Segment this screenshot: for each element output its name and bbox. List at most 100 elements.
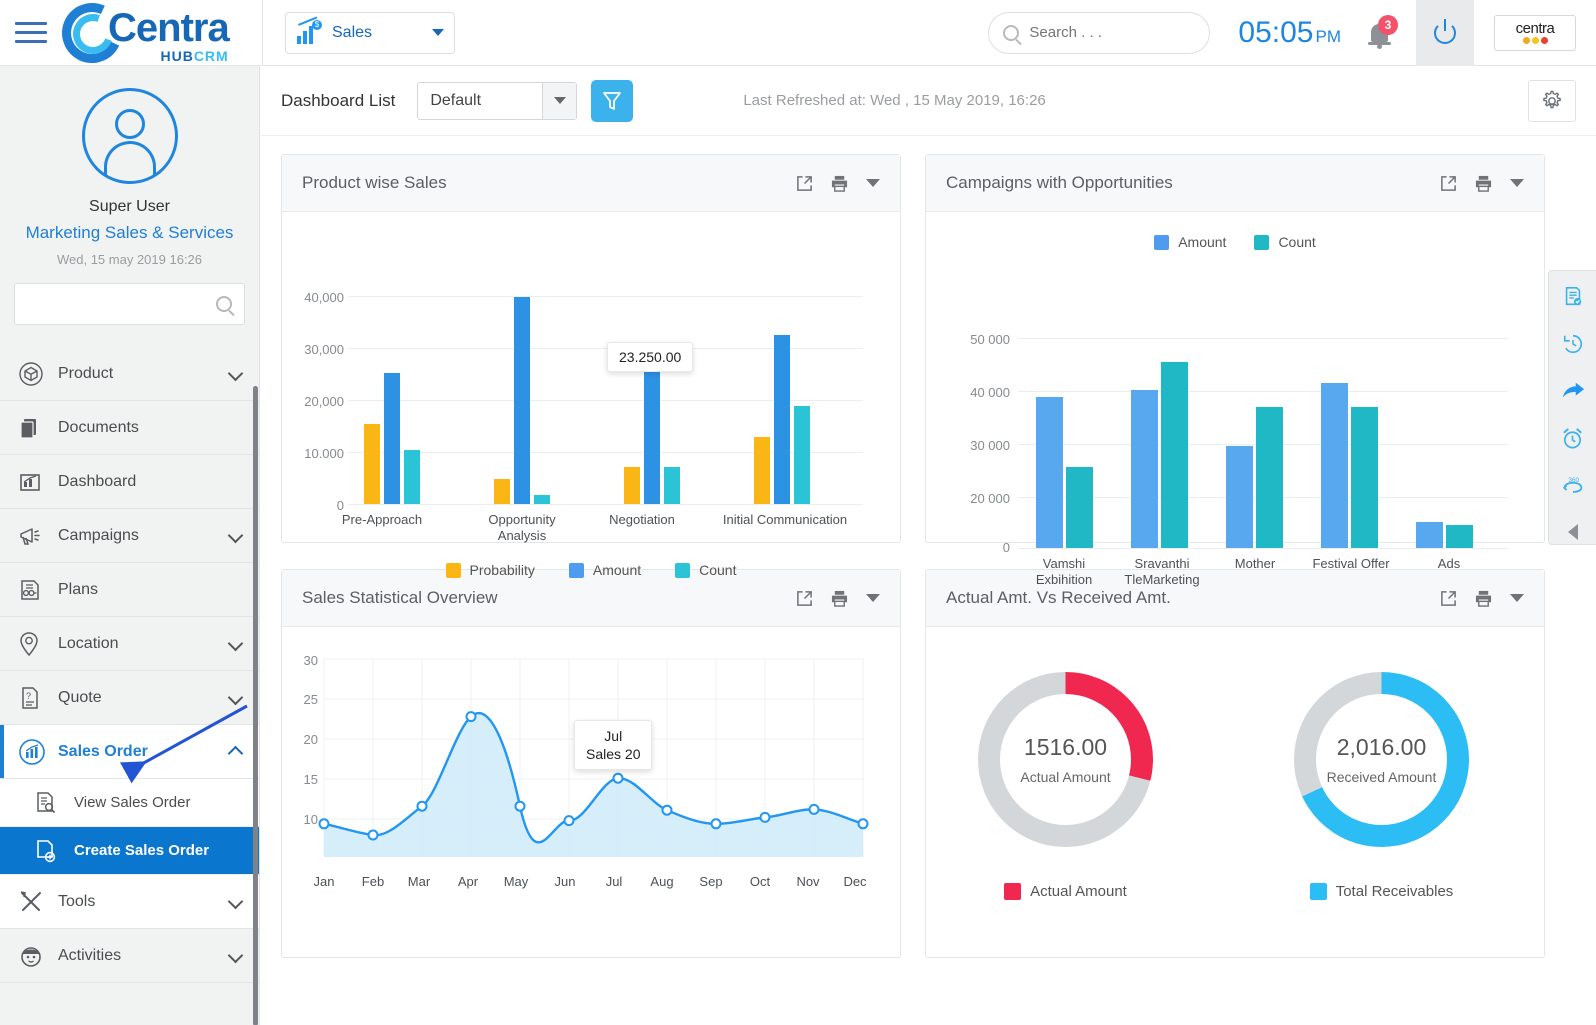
sidebar-item-label: Campaigns (58, 526, 139, 544)
sidebar-nav: Product Documents Dashboard Campaigns Pl… (0, 347, 259, 983)
chart-product-wise-sales: 40,000 30,000 20,000 10.000 0 23.250.00 … (282, 212, 900, 578)
print-icon[interactable] (830, 590, 849, 607)
card-title: Product wise Sales (302, 173, 447, 192)
bar-count[interactable] (1066, 467, 1093, 548)
bar-probability[interactable] (754, 437, 770, 504)
bar-count[interactable] (534, 495, 550, 504)
bar-amount[interactable] (1416, 522, 1443, 548)
bar-count[interactable] (404, 450, 420, 504)
forward-icon[interactable] (1560, 379, 1586, 402)
alarm-clock-icon[interactable] (1560, 427, 1586, 450)
bar-amount[interactable] (514, 297, 530, 504)
bar-count[interactable] (794, 406, 810, 504)
donut-ring[interactable]: 2,016.00 Received Amount (1294, 672, 1469, 847)
bar-amount[interactable] (1131, 390, 1158, 548)
y-tick: 10.000 (304, 446, 344, 461)
search-input[interactable] (1029, 24, 1229, 41)
plans-icon (18, 578, 58, 602)
sidebar-search[interactable] (14, 283, 245, 325)
module-selector[interactable]: $ Sales (285, 11, 455, 54)
bar-count[interactable] (1446, 525, 1473, 548)
sidebar-item-quote[interactable]: ? Quote (0, 671, 259, 725)
x-tick: Nov (796, 874, 820, 889)
centra-badge[interactable]: centra (1494, 14, 1576, 51)
expand-icon[interactable] (796, 590, 813, 607)
sidebar-item-tools[interactable]: Tools (0, 875, 259, 929)
app-logo[interactable]: Centra HUBCRM (53, 0, 262, 71)
refresh-360-icon[interactable]: 360 (1560, 474, 1586, 497)
card-actual-vs-received: Actual Amt. Vs Received Amt. 1516.00 Act… (925, 569, 1545, 958)
sidebar-subitem-create-sales-order[interactable]: Create Sales Order (0, 827, 259, 875)
task-list-icon[interactable] (1560, 285, 1586, 308)
legend-item[interactable]: Actual Amount (1004, 883, 1127, 900)
expand-icon[interactable] (1440, 175, 1457, 192)
bar-count[interactable] (1256, 407, 1283, 548)
card-header: Product wise Sales (282, 155, 900, 212)
svg-text:?: ? (26, 691, 31, 701)
bar-count[interactable] (1351, 407, 1378, 548)
bar-amount[interactable] (644, 362, 660, 504)
sidebar-item-location[interactable]: Location (0, 617, 259, 671)
sidebar-search-input[interactable] (27, 296, 216, 312)
sidebar-item-documents[interactable]: Documents (0, 401, 259, 455)
chart-sales-statistical-overview: 30 25 20 15 10 Jul Sales 20 Jan Feb Mar … (282, 627, 900, 957)
sidebar-item-plans[interactable]: Plans (0, 563, 259, 617)
funnel-icon (603, 91, 622, 110)
bar-amount[interactable] (1226, 446, 1253, 548)
bar-count[interactable] (664, 467, 680, 504)
print-icon[interactable] (1474, 175, 1493, 192)
bar-amount[interactable] (1321, 383, 1348, 548)
bar-amount[interactable] (1036, 397, 1063, 548)
caret-down-icon[interactable] (866, 179, 880, 187)
history-icon[interactable] (1560, 332, 1586, 355)
notifications-button[interactable]: 3 (1368, 14, 1398, 49)
legend-item[interactable]: Count (1254, 234, 1316, 250)
legend-item[interactable]: Count (675, 562, 736, 578)
centrahub-logo-icon (53, 0, 131, 71)
filter-button[interactable] (591, 79, 634, 122)
sidebar-item-sales-order[interactable]: Sales Order (0, 725, 259, 779)
sidebar-scrollbar[interactable] (253, 386, 258, 1025)
legend-item[interactable]: Amount (568, 562, 641, 578)
print-icon[interactable] (1474, 590, 1493, 607)
bar-amount[interactable] (774, 335, 790, 504)
x-tick: Mar (407, 874, 431, 889)
caret-down-icon[interactable] (866, 594, 880, 602)
sidebar-item-dashboard[interactable]: Dashboard (0, 455, 259, 509)
sidebar-item-campaigns[interactable]: Campaigns (0, 509, 259, 563)
power-icon (1434, 18, 1456, 44)
y-tick: 0 (1002, 540, 1010, 555)
topbar-divider (262, 0, 263, 66)
brand-hub: HUB (160, 47, 194, 64)
card-title: Actual Amt. Vs Received Amt. (946, 588, 1171, 607)
sidebar-item-product[interactable]: Product (0, 347, 259, 401)
sidebar-item-activities[interactable]: Activities (0, 929, 259, 983)
settings-button[interactable] (1528, 79, 1576, 122)
expand-icon[interactable] (1440, 590, 1457, 607)
legend-label: Total Receivables (1335, 883, 1454, 900)
avatar[interactable] (81, 88, 178, 184)
global-search[interactable] (988, 11, 1229, 54)
bar-probability[interactable] (364, 424, 380, 504)
legend-item[interactable]: Probability (445, 562, 535, 578)
print-icon[interactable] (830, 175, 849, 192)
caret-down-icon[interactable] (1510, 594, 1524, 602)
collapse-left-icon[interactable] (1560, 521, 1586, 544)
x-tick: Apr (457, 874, 479, 889)
legend-item[interactable]: Total Receivables (1309, 883, 1454, 900)
sidebar-subitem-view-sales-order[interactable]: View Sales Order (0, 779, 259, 827)
x-tick: May (503, 874, 529, 889)
bar-probability[interactable] (624, 467, 640, 504)
donut-ring[interactable]: 1516.00 Actual Amount (978, 672, 1153, 847)
legend-item[interactable]: Amount (1154, 234, 1226, 250)
bar-amount[interactable] (384, 373, 400, 504)
bar-count[interactable] (1161, 362, 1188, 548)
sidebar-item-label: Product (58, 364, 114, 382)
logout-button[interactable] (1416, 0, 1474, 66)
dashboard-select[interactable]: Default (417, 81, 578, 120)
caret-down-icon[interactable] (1510, 179, 1524, 187)
main-content: Dashboard List Default Last Refreshed at… (261, 66, 1596, 1025)
bar-probability[interactable] (494, 479, 510, 504)
expand-icon[interactable] (796, 175, 813, 192)
menu-toggle-icon[interactable] (0, 22, 62, 43)
